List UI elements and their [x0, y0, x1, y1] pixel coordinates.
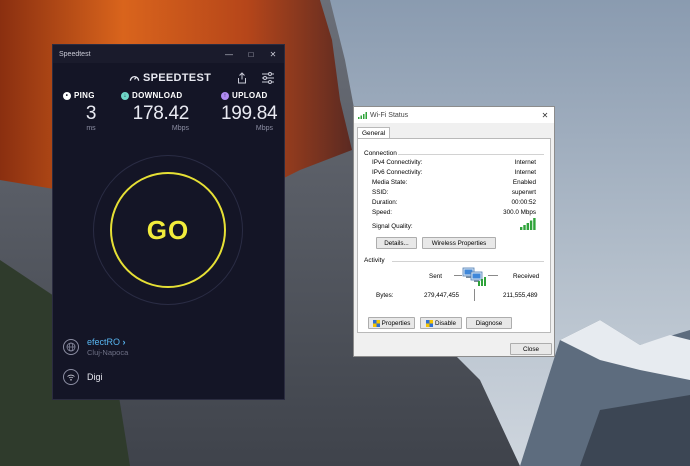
globe-icon: [63, 339, 79, 355]
conn-row-label: IPv6 Connectivity:: [372, 169, 423, 176]
connection-divider: [398, 154, 544, 155]
settings-sliders-icon[interactable]: [261, 72, 275, 84]
shield-icon: [426, 319, 433, 327]
conn-row: SSID: superwrt: [372, 189, 536, 196]
received-connector-line: [488, 275, 498, 276]
conn-row-label: Media State:: [372, 179, 408, 186]
wireless-properties-button[interactable]: Wireless Properties: [422, 237, 496, 249]
conn-row-value: Enabled: [512, 179, 536, 186]
speedtest-logo-text: SPEEDTEST: [143, 72, 212, 84]
download-unit: Mbps: [171, 125, 189, 132]
close-dialog-button[interactable]: Close: [510, 343, 552, 355]
conn-row-label: SSID:: [372, 189, 389, 196]
speed-metrics: • PING 3 ms ↓ DOWNLOAD 178.42 Mbps ↑ UPL…: [53, 91, 284, 141]
minimize-button[interactable]: —: [218, 45, 240, 63]
bytes-divider: [474, 289, 475, 301]
ping-label: PING: [74, 91, 95, 100]
maximize-button[interactable]: □: [240, 45, 262, 63]
conn-row: IPv4 Connectivity: Internet: [372, 159, 536, 166]
upload-unit: Mbps: [255, 125, 273, 132]
ping-unit: ms: [86, 125, 96, 132]
bytes-received-value: 211,555,489: [503, 292, 538, 299]
general-tab-panel: Connection IPv4 Connectivity: Internet I…: [357, 138, 551, 333]
ping-icon: •: [63, 91, 71, 100]
received-label: Received: [513, 273, 540, 280]
shield-icon: [372, 319, 380, 327]
download-label: DOWNLOAD: [132, 91, 183, 100]
conn-row-value: Internet: [514, 159, 536, 166]
ping-metric: • PING 3 ms: [63, 91, 119, 132]
disable-button-label: Disable: [435, 319, 456, 327]
wifi-window-title: Wi-Fi Status: [370, 111, 409, 119]
download-metric: ↓ DOWNLOAD 178.42 Mbps: [121, 91, 189, 132]
properties-button[interactable]: Properties: [368, 317, 415, 329]
conn-row-label: IPv4 Connectivity:: [372, 159, 423, 166]
conn-row-value: superwrt: [511, 189, 536, 196]
signal-bars-icon: [358, 111, 367, 119]
wifi-titlebar[interactable]: Wi-Fi Status ✕: [354, 107, 554, 123]
download-value: 178.42: [132, 103, 190, 124]
network-computers-icon: [462, 267, 486, 286]
server-location: Cluj-Napoca: [87, 348, 129, 357]
server-name[interactable]: efectRO: [87, 337, 120, 347]
speedometer-icon: [129, 75, 140, 81]
server-selector[interactable]: efectRO › Cluj-Napoca: [63, 337, 128, 357]
upload-metric: ↑ UPLOAD 199.84 Mbps: [221, 91, 278, 132]
wifi-icon: [63, 369, 79, 385]
go-area: GO: [93, 155, 243, 305]
chevron-right-icon: ›: [122, 337, 126, 347]
upload-label: UPLOAD: [232, 91, 268, 100]
speedtest-logo: SPEEDTEST: [129, 72, 211, 84]
conn-row: Speed: 300.0 Mbps: [372, 209, 536, 216]
properties-button-label: Properties: [381, 319, 411, 327]
speedtest-window: Speedtest — □ ✕ SPEEDTEST • PING 3 ms ↓ …: [52, 44, 285, 400]
details-button[interactable]: Details...: [376, 237, 417, 249]
close-button[interactable]: ✕: [262, 45, 284, 63]
speedtest-titlebar[interactable]: Speedtest — □ ✕: [53, 45, 284, 63]
conn-row: IPv6 Connectivity: Internet: [372, 169, 536, 176]
signal-quality-label: Signal Quality:: [372, 223, 413, 230]
connection-group-label: Connection: [364, 150, 397, 157]
conn-row-value: Internet: [514, 169, 536, 176]
upload-value: 199.84: [221, 103, 278, 124]
activity-divider: [392, 261, 544, 262]
disable-button[interactable]: Disable: [420, 317, 462, 329]
share-icon[interactable]: [236, 72, 248, 84]
isp-name: Digi: [87, 372, 103, 382]
ping-value: 3: [85, 103, 97, 124]
conn-row-label: Duration:: [372, 199, 398, 206]
conn-row-value: 300.0 Mbps: [503, 209, 536, 216]
sent-connector-line: [454, 275, 462, 276]
conn-row: Duration: 00:00:52: [372, 199, 536, 206]
wifi-close-x-button[interactable]: ✕: [536, 111, 554, 120]
wifi-status-window: Wi-Fi Status ✕ General Connection IPv4 C…: [353, 106, 555, 357]
conn-row: Media State: Enabled: [372, 179, 536, 186]
go-button[interactable]: GO: [110, 172, 226, 288]
upload-arrow-icon: ↑: [221, 91, 229, 100]
bytes-label: Bytes:: [376, 292, 394, 299]
bytes-sent-value: 279,447,455: [424, 292, 460, 299]
isp-info: Digi: [63, 369, 103, 385]
signal-quality-bars-icon: [520, 218, 536, 230]
signal-quality-row: Signal Quality:: [372, 218, 536, 230]
conn-row-label: Speed:: [372, 209, 392, 216]
speedtest-window-title: Speedtest: [59, 50, 91, 58]
diagnose-button[interactable]: Diagnose: [466, 317, 512, 329]
download-arrow-icon: ↓: [121, 91, 129, 100]
conn-row-value: 00:00:52: [511, 199, 536, 206]
sent-label: Sent: [429, 273, 442, 280]
activity-group-label: Activity: [364, 257, 385, 264]
